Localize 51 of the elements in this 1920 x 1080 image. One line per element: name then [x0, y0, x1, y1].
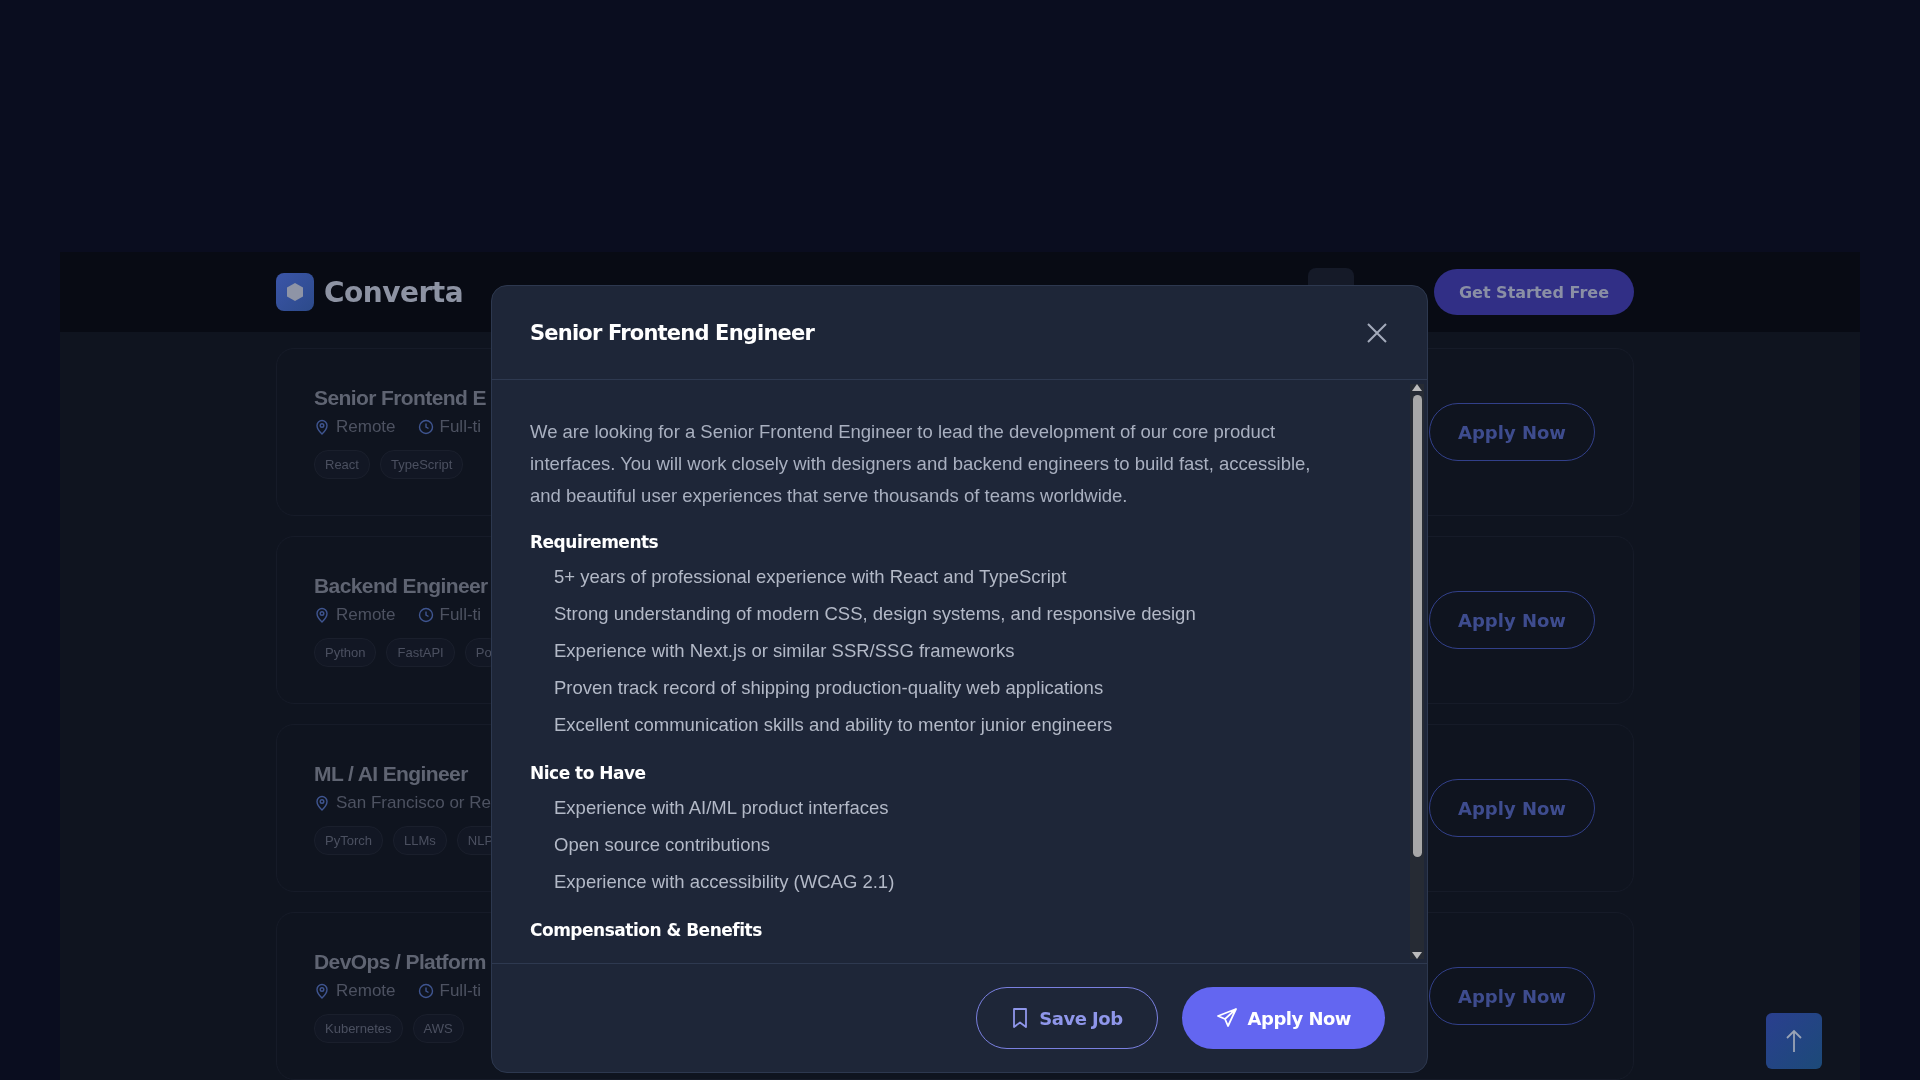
- list-item: Experience with Next.js or similar SSR/SSG frameworks: [553, 639, 1016, 663]
- list-item: Experience with accessibility (WCAG 2.1): [553, 870, 896, 894]
- job-location: Remote: [336, 604, 396, 625]
- job-type: Full-ti: [439, 604, 482, 625]
- location-pin-icon: [314, 982, 330, 999]
- skill-tag: PyTorch: [314, 825, 383, 855]
- clock-icon: [417, 606, 434, 623]
- skill-tag: AWS: [412, 1013, 464, 1043]
- job-title: Backend Engineer: [314, 573, 489, 598]
- scrollbar[interactable]: [1410, 384, 1424, 959]
- skill-tag: Python: [314, 637, 377, 667]
- job-title: Senior Frontend E: [314, 385, 487, 410]
- apply-now-button[interactable]: Apply Now: [1181, 987, 1385, 1049]
- job-title: ML / AI Engineer: [314, 761, 469, 786]
- bookmark-icon: [1011, 1007, 1030, 1029]
- scroll-to-top-button[interactable]: [1766, 1013, 1822, 1069]
- scroll-down-icon[interactable]: [1412, 952, 1422, 959]
- clock-icon: [417, 982, 434, 999]
- location-pin-icon: [314, 606, 330, 623]
- logo-icon: [276, 273, 314, 311]
- arrow-up-icon: [1786, 1029, 1802, 1053]
- clock-icon: [417, 418, 434, 435]
- scrollbar-thumb[interactable]: [1412, 395, 1422, 857]
- skill-tag: TypeScript: [379, 449, 464, 479]
- section-heading: Requirements: [530, 532, 660, 552]
- list-item: Excellent communication skills and ability to mentor junior engineers: [553, 713, 1114, 737]
- skill-tag: Kubernetes: [314, 1013, 403, 1043]
- brand-name: Converta: [324, 275, 464, 309]
- list-item: Proven track record of shipping production-quality web applications: [553, 676, 1105, 700]
- location-pin-icon: [314, 794, 330, 811]
- list-item: 5+ years of professional experience with React and TypeScript: [553, 565, 1068, 589]
- job-description: We are looking for a Senior Frontend Engineer to lead the development of our core product interfaces. You will work closely with designers and backend engineers to build fast, accessible, and beautiful user experiences that serve thousands of teams worldwide.: [530, 420, 1312, 508]
- list-item: Experience with AI/ML product interfaces: [553, 796, 890, 820]
- send-icon: [1215, 1007, 1238, 1029]
- job-location: Remote: [336, 980, 396, 1001]
- skill-tag: React: [314, 449, 370, 479]
- scroll-up-icon[interactable]: [1412, 384, 1422, 391]
- job-location: San Francisco or Re: [336, 792, 491, 813]
- section-heading: Compensation & Benefits: [530, 920, 763, 940]
- dialog-title: Senior Frontend Engineer: [530, 320, 815, 345]
- skill-tag: LLMs: [392, 825, 447, 855]
- get-started-button[interactable]: Get Started Free: [1433, 269, 1634, 315]
- skill-tag: FastAPI: [386, 637, 455, 667]
- job-location: Remote: [336, 416, 396, 437]
- list-item: Strong understanding of modern CSS, design systems, and responsive design: [553, 602, 1197, 626]
- job-type: Full-ti: [439, 980, 482, 1001]
- job-type: Full-ti: [439, 416, 482, 437]
- location-pin-icon: [314, 418, 330, 435]
- job-title: DevOps / Platform: [314, 949, 487, 974]
- section-heading: Nice to Have: [530, 763, 647, 783]
- list-item: Open source contributions: [553, 833, 771, 857]
